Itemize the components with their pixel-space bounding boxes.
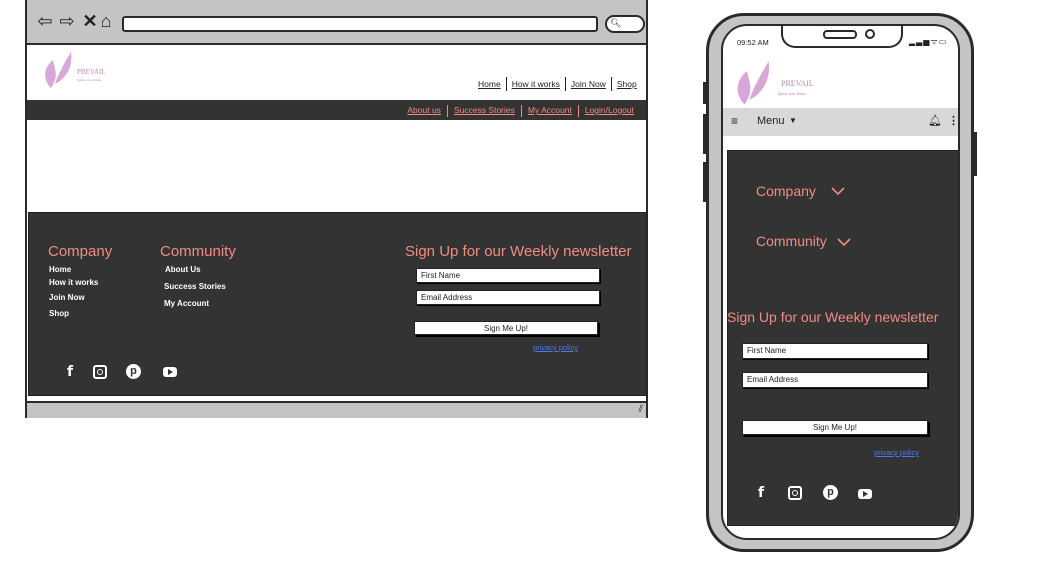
mobile-footer: Company Community Sign Up for our Weekly… <box>727 150 958 526</box>
nav-my-account[interactable]: My Account <box>522 105 578 117</box>
footer-community-heading[interactable]: Community <box>756 233 827 249</box>
phone-screen: 09:52 AM ▂▃▅ᯤ▭ PREVAIL Ignite your flame… <box>721 24 960 540</box>
chevron-down-icon[interactable] <box>831 187 845 196</box>
back-arrow-icon[interactable]: ⇦ <box>35 11 55 31</box>
nav-success-stories[interactable]: Success Stories <box>448 105 521 117</box>
footer-link-home[interactable]: Home <box>49 265 71 274</box>
leaf-logo-icon <box>45 52 72 88</box>
battery-icon: ▭ <box>938 37 948 46</box>
footer-link-shop[interactable]: Shop <box>49 309 69 318</box>
footer-community-heading: Community <box>160 243 236 260</box>
phone-notch <box>781 26 903 48</box>
nav-shop[interactable]: Shop <box>612 79 642 89</box>
nav-home[interactable]: Home <box>473 79 506 89</box>
pinterest-icon[interactable]: p <box>126 364 141 379</box>
logo-tagline: Ignite your flame <box>77 78 102 82</box>
chevron-down-icon[interactable] <box>837 238 851 247</box>
desktop-browser-window: ⇦ ⇨ ✕ ⌂ 🔍︎ PREVAIL Ignite your flame Hom… <box>25 0 648 418</box>
nav-join-now[interactable]: Join Now <box>566 79 611 89</box>
hamburger-icon[interactable]: ≡ <box>731 114 738 128</box>
mobile-menu-bar: ≡ Menu ▼ 🔔︎ ⋮ <box>723 108 958 136</box>
leaf-logo-icon <box>737 61 770 105</box>
secondary-navigation-bar: About us Success Stories My Account Logi… <box>27 100 646 120</box>
forward-arrow-icon[interactable]: ⇨ <box>57 11 77 31</box>
search-icon: 🔍︎ <box>610 18 622 28</box>
email-input[interactable]: Email Address <box>742 372 928 388</box>
pinterest-icon[interactable]: p <box>823 485 838 500</box>
browser-search[interactable]: 🔍︎ <box>605 15 645 33</box>
first-name-input[interactable]: First Name <box>416 268 600 283</box>
phone-frame: 09:52 AM ▂▃▅ᯤ▭ PREVAIL Ignite your flame… <box>706 13 974 552</box>
resize-grip-icon[interactable]: ⫽ <box>639 404 643 415</box>
footer-link-success-stories[interactable]: Success Stories <box>164 282 226 291</box>
browser-toolbar: ⇦ ⇨ ✕ ⌂ 🔍︎ <box>27 0 646 45</box>
phone-power-button <box>974 132 977 176</box>
bell-icon[interactable]: 🔔︎ <box>928 114 942 127</box>
facebook-icon[interactable]: f <box>752 484 770 502</box>
newsletter-heading: Sign Up for our Weekly newsletter <box>405 243 632 260</box>
instagram-icon[interactable] <box>93 365 107 379</box>
email-input[interactable]: Email Address <box>416 290 600 305</box>
first-name-input[interactable]: First Name <box>742 343 928 359</box>
browser-status-bar: ⫽ <box>27 401 646 418</box>
more-vertical-icon[interactable]: ⋮ <box>948 114 958 127</box>
youtube-icon[interactable] <box>858 489 872 499</box>
footer-company-heading[interactable]: Company <box>756 183 816 199</box>
site-logo[interactable]: PREVAIL Ignite your flame <box>41 50 106 95</box>
footer-link-about-us[interactable]: About Us <box>165 265 201 274</box>
sign-up-button[interactable]: Sign Me Up! <box>742 420 928 435</box>
home-icon[interactable]: ⌂ <box>96 11 116 31</box>
top-navigation: Home How it works Join Now Shop <box>473 76 642 92</box>
nav-login-logout[interactable]: Login/Logout <box>579 105 640 117</box>
instagram-icon[interactable] <box>788 486 802 500</box>
nav-how-it-works[interactable]: How it works <box>507 79 565 89</box>
privacy-policy-link[interactable]: privacy policy <box>874 448 919 457</box>
logo-tagline: Ignite your flame <box>778 91 806 96</box>
newsletter-heading: Sign Up for our Weekly newsletter <box>727 309 939 325</box>
logo-brand: PREVAIL <box>77 68 106 76</box>
footer-link-how-it-works[interactable]: How it works <box>49 278 98 287</box>
privacy-policy-link[interactable]: privacy policy <box>533 343 578 352</box>
signal-icon: ▂▃▅ <box>909 37 931 46</box>
youtube-icon[interactable] <box>163 367 177 377</box>
facebook-icon[interactable]: f <box>61 363 79 381</box>
footer-link-join-now[interactable]: Join Now <box>49 293 85 302</box>
url-bar[interactable] <box>122 16 598 32</box>
status-time: 09:52 AM <box>737 38 769 47</box>
footer-link-my-account[interactable]: My Account <box>164 299 209 308</box>
desktop-footer: Company Home How it works Join Now Shop … <box>28 212 647 396</box>
wifi-icon: ᯤ <box>930 37 939 46</box>
nav-about-us[interactable]: About us <box>401 105 447 117</box>
sign-up-button[interactable]: Sign Me Up! <box>414 321 598 335</box>
mobile-site-logo[interactable]: PREVAIL Ignite your flame <box>731 59 814 112</box>
chevron-down-icon[interactable]: ▼ <box>789 116 797 125</box>
menu-toggle[interactable]: Menu <box>757 115 785 127</box>
logo-brand: PREVAIL <box>781 79 814 88</box>
footer-company-heading: Company <box>48 243 113 260</box>
